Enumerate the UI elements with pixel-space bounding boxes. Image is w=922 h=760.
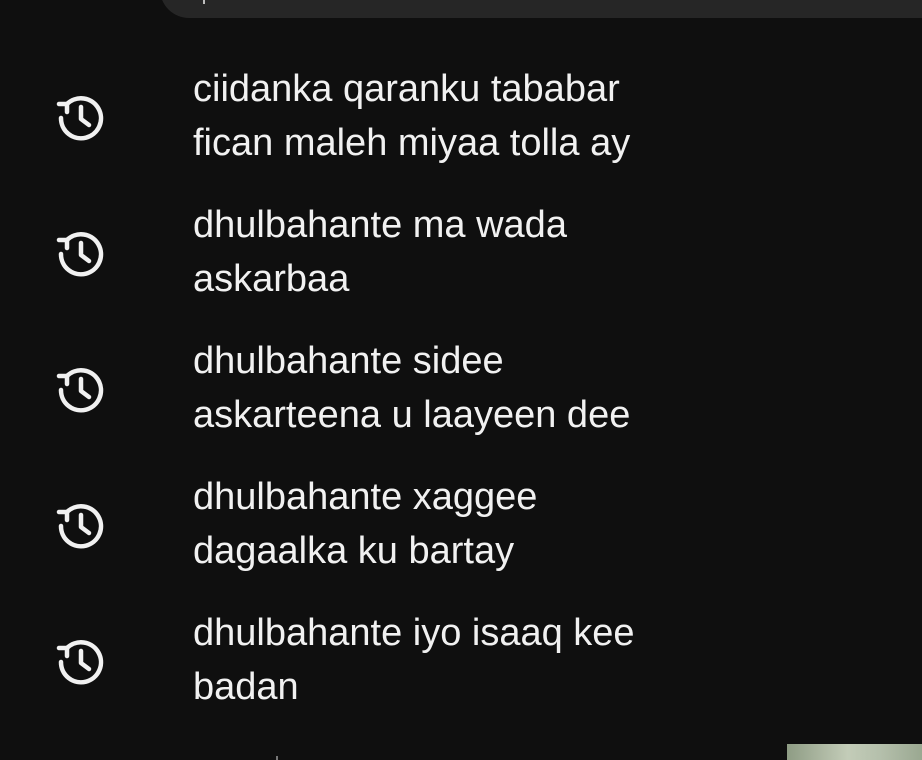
search-history-item[interactable]: dhulbahante iyo isaaq kee badan (0, 596, 922, 732)
search-history-item[interactable]: dhulbahante xaggee dagaalka ku bartay (0, 460, 922, 596)
thumbnail-edge (787, 744, 922, 760)
search-history-line: fican maleh miyaa tolla ay (193, 122, 631, 164)
search-history-text: ciidanka qaranku tababar fican maleh miy… (193, 62, 833, 170)
search-history-line: dagaalka ku bartay (193, 530, 515, 572)
text-caret (203, 0, 205, 4)
history-icon (52, 89, 110, 147)
search-history-text: dhulbahante xaggee dagaalka ku bartay (193, 470, 833, 578)
search-history-text: dhulbahante iyo isaaq kee badan (193, 606, 833, 714)
history-icon (52, 361, 110, 419)
search-history-text: dhulbahante ma wada askarbaa (193, 198, 833, 306)
search-history-line: dhulbahante iyo isaaq kee (193, 612, 635, 654)
search-history-line: ciidanka qaranku tababar (193, 68, 620, 110)
search-history-line: askarbaa (193, 258, 350, 300)
bottom-edge-marker (276, 756, 278, 760)
search-history-line: badan (193, 666, 299, 708)
search-history-line: askarteena u laayeen dee (193, 394, 631, 436)
history-icon (52, 497, 110, 555)
search-bar[interactable] (160, 0, 922, 18)
search-history-text: dhulbahante sidee askarteena u laayeen d… (193, 334, 833, 442)
search-history-line: dhulbahante xaggee (193, 476, 538, 518)
search-history-item[interactable]: dhulbahante sidee askarteena u laayeen d… (0, 324, 922, 460)
search-history-item[interactable]: ciidanka qaranku tababar fican maleh miy… (0, 52, 922, 188)
search-history-item[interactable]: dhulbahante ma wada askarbaa (0, 188, 922, 324)
search-history-line: dhulbahante ma wada (193, 204, 567, 246)
history-icon (52, 633, 110, 691)
search-history-list: ciidanka qaranku tababar fican maleh miy… (0, 52, 922, 732)
history-icon (52, 225, 110, 283)
search-history-line: dhulbahante sidee (193, 340, 504, 382)
